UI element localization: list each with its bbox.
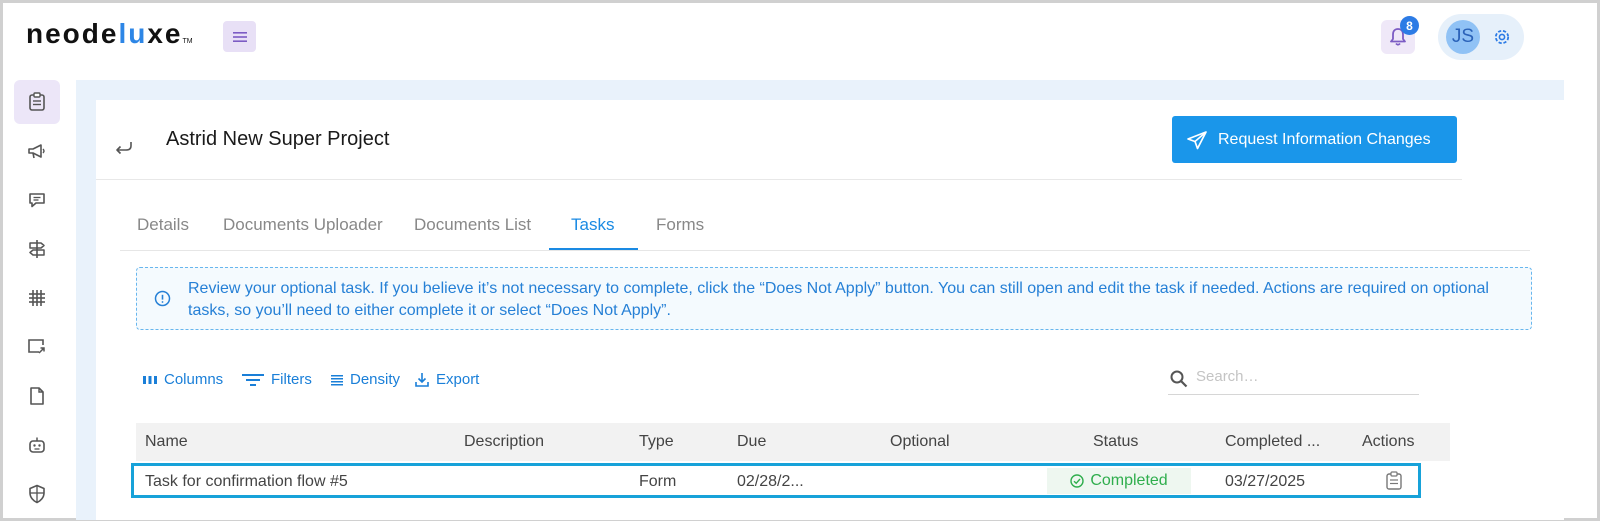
sidebar-item-tasks[interactable]	[14, 80, 60, 124]
search-input[interactable]	[1196, 368, 1416, 385]
column-header-status[interactable]: Status	[1093, 433, 1138, 451]
cell-type: Form	[639, 473, 677, 490]
cell-due: 02/28/2...	[737, 473, 804, 490]
search-icon	[1170, 370, 1188, 388]
filter-icon	[242, 373, 264, 386]
back-arrow-icon[interactable]	[113, 137, 135, 157]
page-title: Astrid New Super Project	[166, 128, 390, 150]
sidebar-item-announcements[interactable]	[14, 129, 60, 173]
column-header-name[interactable]: Name	[145, 433, 188, 451]
tab-documents-uploader[interactable]: Documents Uploader	[223, 215, 383, 235]
active-tab-indicator	[549, 248, 638, 250]
status-badge: Completed	[1047, 468, 1191, 494]
header-divider	[96, 179, 1462, 180]
export-label: Export	[436, 371, 480, 388]
column-header-optional[interactable]: Optional	[890, 433, 950, 451]
columns-label: Columns	[164, 371, 224, 388]
column-header-type[interactable]: Type	[639, 433, 674, 451]
sidebar-item-security[interactable]	[14, 472, 60, 516]
density-label: Density	[350, 371, 401, 388]
table-header: Name Description Type Due Optional Statu…	[136, 423, 1450, 461]
sidebar-item-directions[interactable]	[14, 227, 60, 271]
filters-button[interactable]: Filters	[241, 371, 312, 388]
cell-completed: 03/27/2025	[1225, 473, 1306, 490]
sidebar-item-share[interactable]	[14, 325, 60, 369]
alert-message: Review your optional task. If you believ…	[188, 280, 1489, 319]
clipboard-action-icon[interactable]	[1385, 471, 1403, 491]
column-header-description[interactable]: Description	[464, 433, 544, 451]
grid-icon	[29, 290, 45, 306]
sidebar-item-messages[interactable]	[14, 178, 60, 222]
shield-icon	[29, 484, 45, 504]
sidebar-item-assistant[interactable]	[14, 423, 60, 467]
gear-icon[interactable]	[1492, 27, 1512, 47]
download-icon	[415, 372, 429, 387]
tab-tasks[interactable]: Tasks	[571, 215, 614, 235]
sidebar-item-documents[interactable]	[14, 374, 60, 418]
density-button[interactable]: Density	[330, 371, 400, 388]
table-row[interactable]: Task for confirmation flow #5 Form 02/28…	[131, 463, 1421, 498]
columns-icon	[143, 375, 157, 384]
density-icon	[331, 374, 343, 385]
robot-icon	[29, 437, 45, 453]
document-icon	[30, 387, 44, 405]
share-screen-icon	[28, 339, 45, 354]
search-box	[1168, 365, 1419, 395]
avatar[interactable]: JS	[1446, 20, 1480, 54]
clipboard-icon	[29, 92, 45, 111]
tab-documents-list[interactable]: Documents List	[414, 215, 531, 235]
menu-toggle-button[interactable]	[223, 21, 256, 52]
tab-bar: Details Documents Uploader Documents Lis…	[120, 200, 1530, 251]
request-information-changes-button[interactable]: Request Information Changes	[1172, 116, 1457, 163]
megaphone-icon	[28, 144, 45, 159]
chat-icon	[29, 193, 45, 208]
signpost-icon	[29, 240, 45, 258]
status-label: Completed	[1090, 472, 1168, 489]
column-header-completed[interactable]: Completed ...	[1225, 433, 1320, 451]
tab-forms[interactable]: Forms	[656, 215, 704, 235]
filters-label: Filters	[271, 371, 312, 388]
notification-count-badge: 8	[1400, 16, 1419, 35]
cell-name: Task for confirmation flow #5	[145, 473, 348, 490]
column-header-due[interactable]: Due	[737, 433, 766, 451]
columns-button[interactable]: Columns	[142, 371, 223, 388]
check-circle-icon	[1070, 474, 1085, 488]
info-icon	[154, 290, 171, 307]
column-header-actions: Actions	[1362, 433, 1415, 450]
tab-details[interactable]: Details	[137, 215, 189, 235]
send-icon	[1187, 130, 1207, 149]
hamburger-icon	[232, 31, 247, 42]
sidebar-item-grid[interactable]	[14, 276, 60, 320]
export-button[interactable]: Export	[414, 371, 479, 388]
request-button-label: Request Information Changes	[1218, 130, 1431, 148]
app-logo[interactable]: neodeluxeTM	[26, 18, 193, 50]
